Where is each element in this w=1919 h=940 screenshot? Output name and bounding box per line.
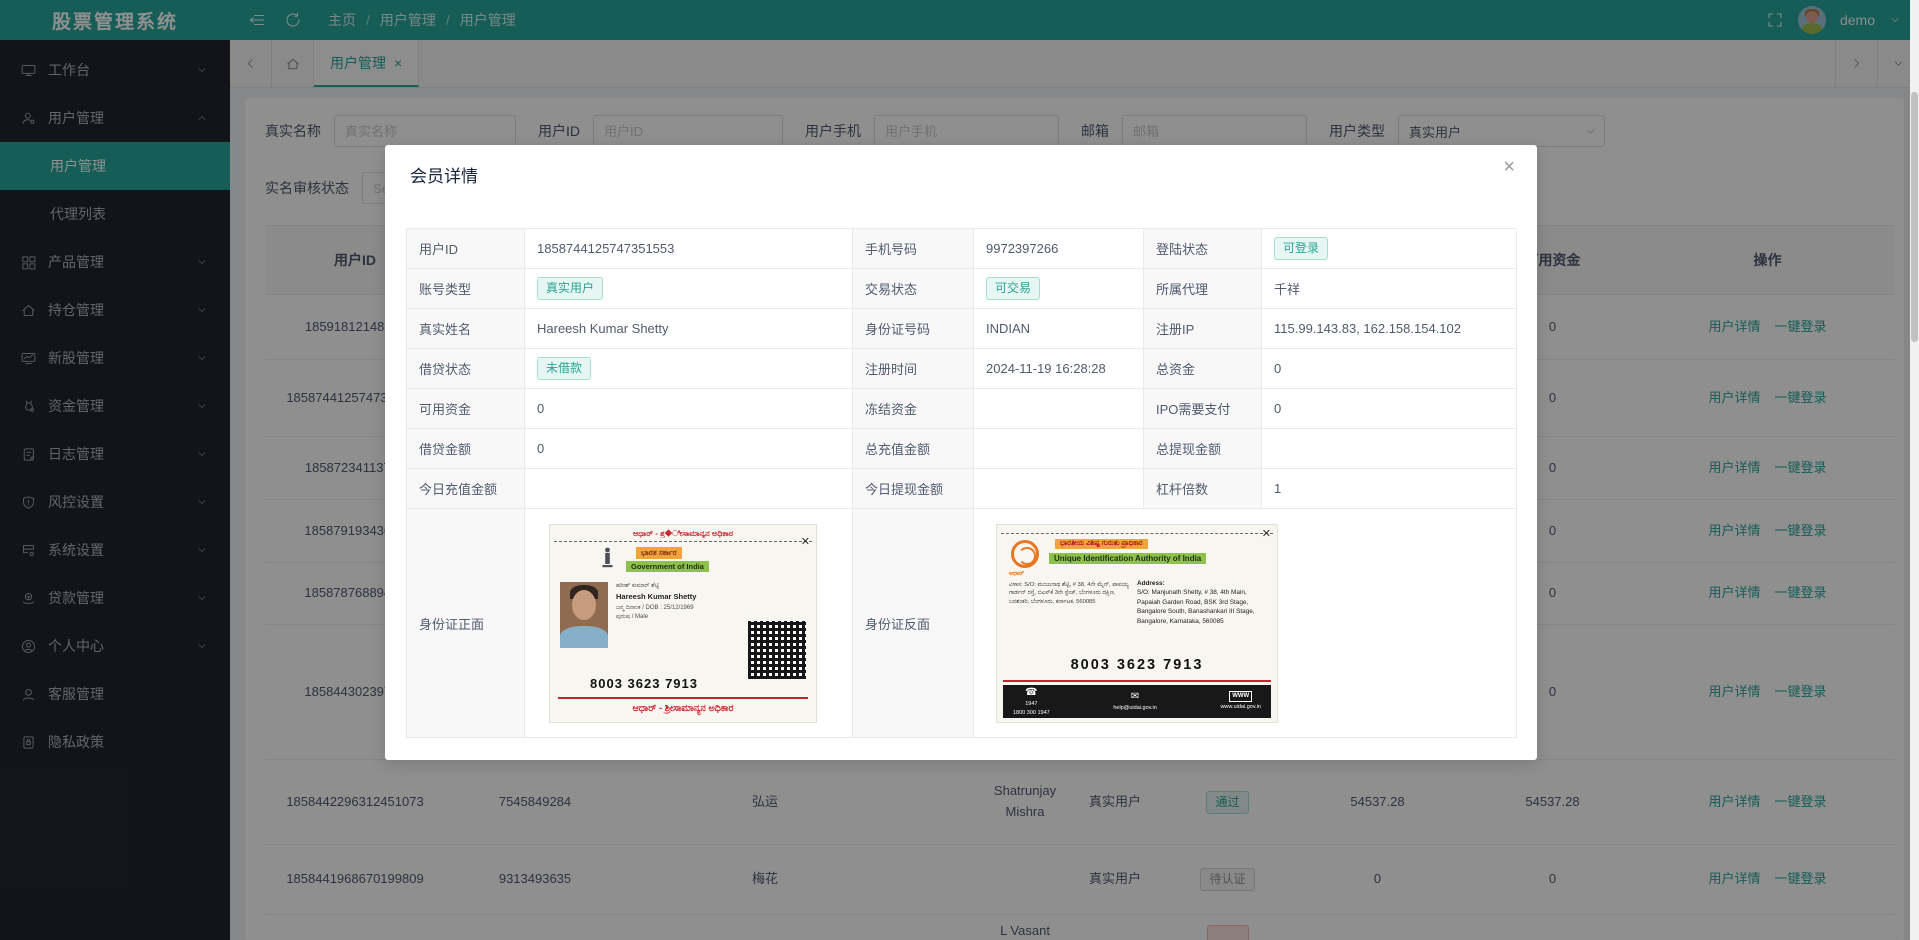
address-kannada: ವಿಳಾಸ: S/O: ಮಂಜುನಾಥ ಶೆಟ್ಟಿ, # 38, 4ನೇ ಮೈ… bbox=[1009, 581, 1129, 606]
aadhaar-logo-icon bbox=[1011, 539, 1039, 568]
account-type-badge: 真实用户 bbox=[537, 277, 604, 300]
address-english: Address: S/O: Manjunath Shetty, # 38, 4t… bbox=[1137, 579, 1255, 625]
phone-contact: ☎ 1947 1800 300 1947 bbox=[1013, 687, 1050, 716]
id-card-back-image[interactable]: ✕ ಆಧಾರ್ ಭಾರತೀಯ ವಿಶಿಷ್ಟ ಗುರುತು ಪ್ರಾಧಿಕಾರ … bbox=[996, 523, 1278, 723]
field-label: 今日提现金额 bbox=[853, 469, 974, 509]
cut-line: ✕ bbox=[554, 536, 812, 548]
loan-status-badge: 未借款 bbox=[537, 357, 592, 380]
field-label: 今日充值金额 bbox=[407, 469, 525, 509]
scrollbar-thumb[interactable] bbox=[1911, 92, 1918, 342]
field-value-frozen-funds bbox=[974, 389, 1144, 429]
gov-kannada-band: ಭಾರತ ಸರ್ಕಾರ bbox=[636, 546, 682, 559]
field-value-agent: 千祥 bbox=[1262, 269, 1517, 309]
www-icon: WWW bbox=[1229, 690, 1253, 702]
card-holder-info: ಹರೀಶ್ ಕುಮಾರ್ ಶೆಟ್ಟಿ Hareesh Kumar Shetty… bbox=[616, 582, 697, 621]
field-label: 用户ID bbox=[407, 229, 525, 269]
page-scrollbar[interactable] bbox=[1910, 0, 1919, 940]
cut-line: ✕ bbox=[1001, 528, 1273, 540]
india-emblem-icon bbox=[600, 547, 615, 571]
field-value-register-time: 2024-11-19 16:28:28 bbox=[974, 349, 1144, 389]
field-label: 登陆状态 bbox=[1144, 229, 1262, 269]
id-front-label: 身份证正面 bbox=[407, 509, 525, 738]
gov-english-band: Government of India bbox=[626, 560, 709, 572]
field-value-today-withdraw bbox=[974, 469, 1144, 509]
field-label: 借贷状态 bbox=[407, 349, 525, 389]
field-label: 借贷金额 bbox=[407, 429, 525, 469]
field-label: 手机号码 bbox=[853, 229, 974, 269]
field-label: 所属代理 bbox=[1144, 269, 1262, 309]
field-value-leverage: 1 bbox=[1262, 469, 1517, 509]
field-label: 真实姓名 bbox=[407, 309, 525, 349]
field-value-id-number: INDIAN bbox=[974, 309, 1144, 349]
field-label: 总提现金额 bbox=[1144, 429, 1262, 469]
member-detail-modal: 会员详情 × 用户ID 1858744125747351553 手机号码 997… bbox=[385, 145, 1537, 760]
member-detail-table: 用户ID 1858744125747351553 手机号码 9972397266… bbox=[406, 228, 1517, 738]
field-label: 注册时间 bbox=[853, 349, 974, 389]
field-value-ipo-payable: 0 bbox=[1262, 389, 1517, 429]
close-icon[interactable]: × bbox=[1503, 157, 1515, 177]
aadhaar-slogan: ಆಧಾರ್ - ಶ್ರೀಸಾಮಾನ್ಯನ ಅಧಿಕಾರ bbox=[632, 702, 734, 714]
field-label: 杠杆倍数 bbox=[1144, 469, 1262, 509]
field-value-total-funds: 0 bbox=[1262, 349, 1517, 389]
field-value-available-funds: 0 bbox=[525, 389, 853, 429]
web-contact: WWW www.uidai.gov.in bbox=[1220, 690, 1261, 710]
id-back-label: 身份证反面 bbox=[853, 509, 974, 738]
login-status-badge: 可登录 bbox=[1274, 237, 1329, 260]
aadhaar-number: 8003 3623 7913 bbox=[590, 675, 698, 691]
portrait-photo bbox=[560, 581, 608, 648]
field-label: 总充值金额 bbox=[853, 429, 974, 469]
field-label: 可用资金 bbox=[407, 389, 525, 429]
field-label: 注册IP bbox=[1144, 309, 1262, 349]
field-value-user-id: 1858744125747351553 bbox=[525, 229, 853, 269]
aadhaar-number: 8003 3623 7913 bbox=[1070, 656, 1204, 673]
field-label: 身份证号码 bbox=[853, 309, 974, 349]
email-contact: ✉ help@uidai.gov.in bbox=[1113, 691, 1157, 712]
field-value-real-name: Hareesh Kumar Shetty bbox=[525, 309, 853, 349]
scissors-icon: ✕ bbox=[1261, 527, 1271, 540]
field-value-register-ip: 115.99.143.83, 162.158.154.102 bbox=[1262, 309, 1517, 349]
trade-status-badge: 可交易 bbox=[986, 277, 1041, 300]
id-card-front-image[interactable]: ಆಧಾರ್ - ಶ್ರ�ೀಸಾಮಾನ್ಯನ ಅಧಿಕಾರ ✕ ಭಾರತ ಸರ್ಕ… bbox=[549, 523, 817, 723]
field-label: 总资金 bbox=[1144, 349, 1262, 389]
scissors-icon: ✕ bbox=[800, 535, 810, 548]
field-value-total-withdraw bbox=[1262, 429, 1517, 469]
authority-english-band: Unique Identification Authority of India bbox=[1049, 552, 1207, 564]
modal-title: 会员详情 bbox=[410, 167, 478, 186]
field-value-loan-amount: 0 bbox=[525, 429, 853, 469]
qr-code bbox=[748, 620, 806, 679]
field-value-today-deposit bbox=[525, 469, 853, 509]
field-label: 冻结资金 bbox=[853, 389, 974, 429]
mail-icon: ✉ bbox=[1130, 691, 1140, 703]
field-label: 账号类型 bbox=[407, 269, 525, 309]
field-value-phone: 9972397266 bbox=[974, 229, 1144, 269]
card-edge-text: ಆಧಾರ್ - ಶ್ರ�ೀಸಾಮಾನ್ಯನ ಅಧಿಕಾರ bbox=[632, 528, 734, 538]
authority-kannada-band: ಭಾರತೀಯ ವಿಶಿಷ್ಟ ಗುರುತು ಪ್ರಾಧಿಕಾರ bbox=[1055, 538, 1148, 549]
field-value-total-deposit bbox=[974, 429, 1144, 469]
card-footer: ☎ 1947 1800 300 1947 ✉ help@uidai.gov.in WW… bbox=[1003, 684, 1271, 718]
field-label: IPO需要支付 bbox=[1144, 389, 1262, 429]
field-label: 交易状态 bbox=[853, 269, 974, 309]
phone-icon: ☎ bbox=[1025, 687, 1038, 699]
